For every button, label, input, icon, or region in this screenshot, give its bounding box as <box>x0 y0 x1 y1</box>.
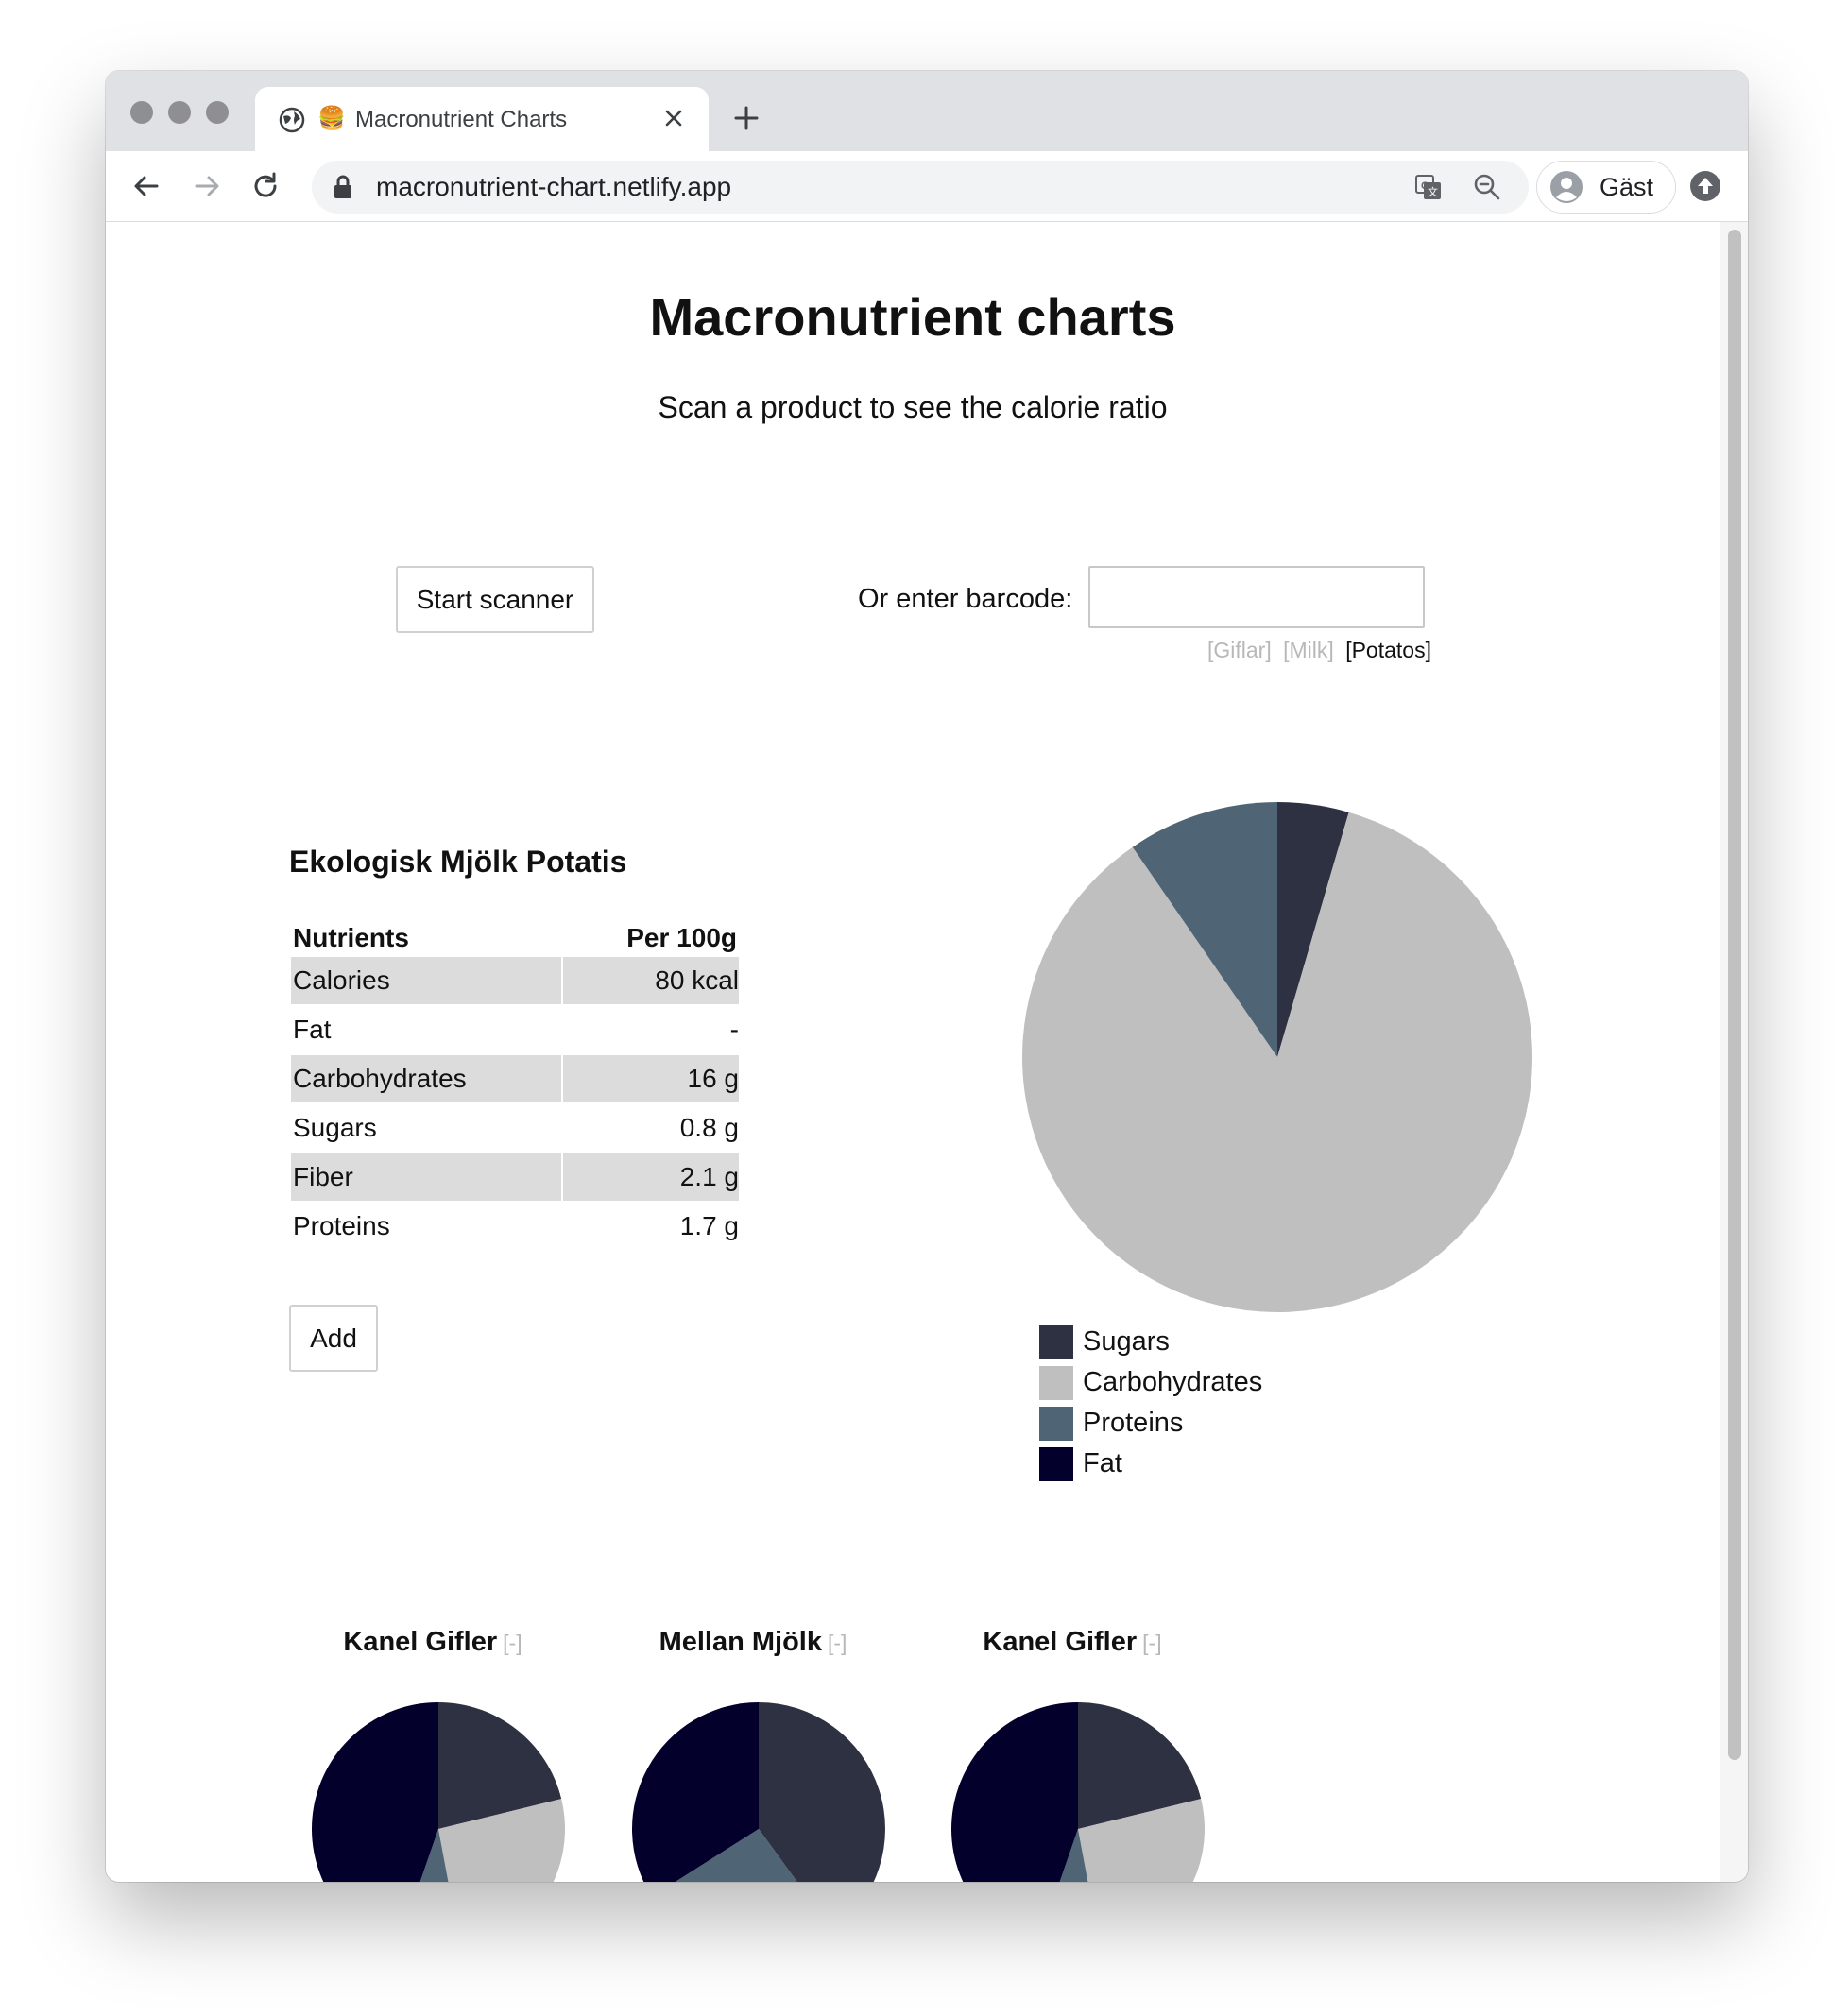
sample-link-giflar[interactable]: [Giflar] <box>1207 638 1272 662</box>
profile-button[interactable]: Gäst <box>1536 161 1676 214</box>
burger-icon: 🍔 <box>317 106 346 131</box>
legend-label: Sugars <box>1083 1326 1170 1357</box>
pie-slice-fat <box>951 1702 1078 1882</box>
nutrient-name: Calories <box>291 957 561 1004</box>
page-subtitle: Scan a product to see the calorie ratio <box>658 390 1168 424</box>
column-header-nutrients: Nutrients <box>293 923 409 952</box>
saved-product-name: Kanel Gifler <box>343 1627 498 1657</box>
svg-text:文: 文 <box>1428 185 1438 198</box>
translate-icon[interactable]: G 文 <box>1413 172 1444 202</box>
new-tab-icon[interactable] <box>731 103 761 133</box>
table-row: Proteins 1.7 g <box>291 1203 739 1250</box>
forward-icon[interactable] <box>191 170 223 202</box>
close-icon[interactable] <box>659 104 688 132</box>
barcode-input[interactable] <box>1088 566 1425 628</box>
column-header-per-100g: Per 100g <box>626 923 737 952</box>
saved-product-pie-chart <box>632 1702 885 1882</box>
avatar-icon <box>1550 171 1583 203</box>
url-text: macronutrient-chart.netlify.app <box>376 172 732 201</box>
scrollbar[interactable] <box>1720 222 1748 1882</box>
barcode-label: Or enter barcode: <box>858 584 1073 614</box>
nutrient-name: Proteins <box>293 1211 390 1240</box>
nutrient-name: Sugars <box>293 1113 377 1142</box>
saved-product-card: Kanel Gifler [-] <box>931 1625 1214 1882</box>
nutrition-table: Nutrients Per 100g Calories 80 kcal Fat … <box>289 919 741 1252</box>
lock-icon <box>334 175 351 198</box>
close-window-button[interactable] <box>130 101 153 124</box>
pie-slice-sugars <box>759 1702 885 1882</box>
address-bar[interactable]: macronutrient-chart.netlify.app G 文 <box>312 161 1529 214</box>
scrollbar-thumb[interactable] <box>1728 230 1741 1760</box>
globe-icon <box>279 107 305 133</box>
legend-label: Carbohydrates <box>1083 1367 1263 1397</box>
macronutrient-pie-chart <box>1022 802 1532 1312</box>
browser-window: 🍔 Macronutrient Charts macronutrient-cha… <box>106 71 1748 1882</box>
page-content: Macronutrient charts Scan a product to s… <box>106 222 1720 1882</box>
nutrient-value: - <box>729 1015 739 1044</box>
minimize-window-button[interactable] <box>168 101 191 124</box>
legend-label: Fat <box>1083 1448 1122 1478</box>
browser-tab[interactable]: 🍔 Macronutrient Charts <box>255 87 709 151</box>
add-button[interactable]: Add <box>289 1305 378 1372</box>
browser-toolbar: macronutrient-chart.netlify.app G 文 Gäst <box>106 151 1748 222</box>
update-icon[interactable] <box>1689 170 1721 202</box>
remove-product-link[interactable]: [-] <box>503 1631 522 1655</box>
zoom-out-icon[interactable] <box>1472 172 1502 202</box>
legend-swatch <box>1039 1366 1073 1400</box>
nutrient-name: Fat <box>293 1015 332 1044</box>
zoom-window-button[interactable] <box>206 101 229 124</box>
saved-product-card: Kanel Gifler [-] <box>291 1625 574 1882</box>
sample-links: [Giflar] [Milk] [Potatos] <box>1202 636 1431 664</box>
page-title: Macronutrient charts <box>649 287 1176 347</box>
saved-product-name: Mellan Mjölk <box>659 1627 822 1657</box>
legend-label: Proteins <box>1083 1408 1184 1438</box>
pie-slice-fat <box>312 1702 438 1882</box>
nutrient-value: 80 kcal <box>562 957 739 1004</box>
saved-product-name: Kanel Gifler <box>983 1627 1138 1657</box>
nutrient-value: 1.7 g <box>679 1211 739 1240</box>
sample-link-potatos[interactable]: [Potatos] <box>1345 638 1431 662</box>
nutrient-name: Carbohydrates <box>291 1055 561 1102</box>
tab-title: Macronutrient Charts <box>355 107 568 132</box>
nutrient-value: 16 g <box>562 1055 739 1102</box>
remove-product-link[interactable]: [-] <box>828 1631 847 1655</box>
nutrient-value: 0.8 g <box>679 1113 739 1142</box>
table-row: Fiber 2.1 g <box>291 1153 739 1201</box>
nutrient-name: Fiber <box>291 1153 561 1201</box>
table-row: Sugars 0.8 g <box>291 1104 739 1152</box>
back-icon[interactable] <box>130 170 163 202</box>
reload-icon[interactable] <box>249 170 282 202</box>
title-bar: 🍔 Macronutrient Charts <box>106 71 1748 151</box>
product-name: Ekologisk Mjölk Potatis <box>289 845 627 879</box>
sample-link-milk[interactable]: [Milk] <box>1283 638 1334 662</box>
remove-product-link[interactable]: [-] <box>1142 1631 1161 1655</box>
table-row: Carbohydrates 16 g <box>291 1055 739 1102</box>
table-row: Fat - <box>291 1006 739 1053</box>
start-scanner-button[interactable]: Start scanner <box>396 566 594 633</box>
saved-product-card: Mellan Mjölk [-] <box>611 1625 895 1882</box>
profile-name: Gäst <box>1600 173 1654 201</box>
nutrient-value: 2.1 g <box>562 1153 739 1201</box>
saved-product-pie-chart <box>951 1702 1205 1882</box>
legend-swatch <box>1039 1325 1073 1359</box>
legend-swatch <box>1039 1447 1073 1481</box>
legend-swatch <box>1039 1407 1073 1441</box>
saved-product-pie-chart <box>312 1702 565 1882</box>
table-row: Calories 80 kcal <box>291 957 739 1004</box>
